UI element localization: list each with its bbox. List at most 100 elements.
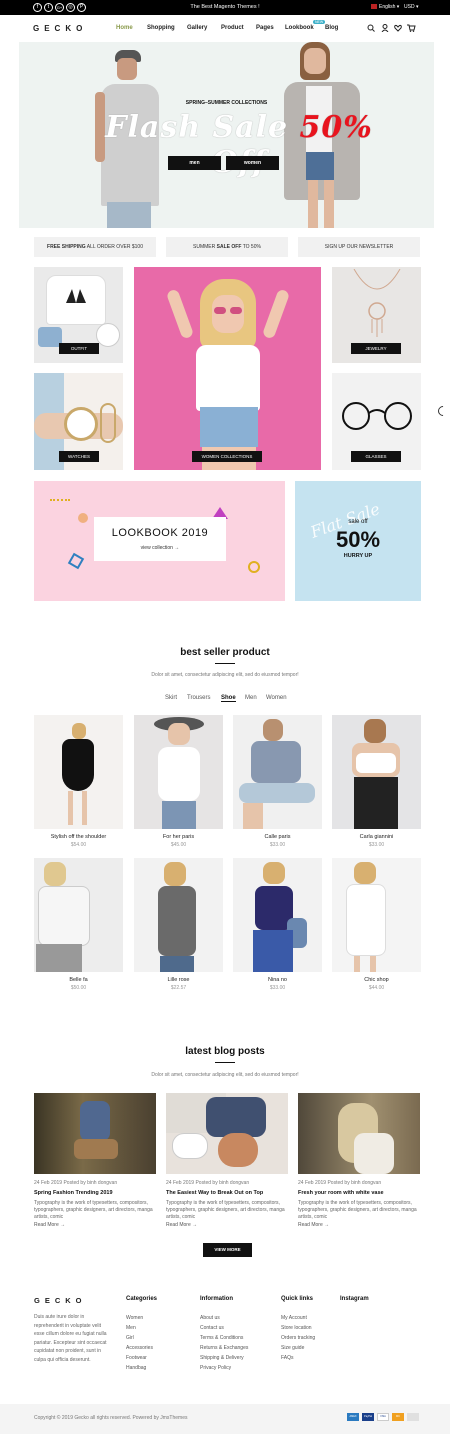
tab-women[interactable]: Women: [266, 695, 287, 701]
cart-icon[interactable]: [407, 24, 416, 32]
blog-read-more-1[interactable]: Read More →: [34, 1222, 65, 1228]
bestseller-title: best seller product: [180, 647, 270, 658]
watches-tile[interactable]: WATCHES: [34, 373, 123, 470]
search-icon[interactable]: [367, 24, 375, 32]
blog-post-title-2[interactable]: The Easiest Way to Break Out on Top: [166, 1190, 263, 1196]
scroll-indicator-icon[interactable]: [435, 403, 450, 419]
newsletter-pill[interactable]: SIGN UP OUR NEWSLETTER: [298, 237, 420, 257]
footer-link-girl[interactable]: Girl: [126, 1335, 134, 1341]
women-collections-tile[interactable]: WOMEN COLLECTIONS: [134, 267, 321, 470]
footer-link-account[interactable]: My Account: [281, 1315, 307, 1321]
product-name-6[interactable]: Lille rose: [134, 977, 223, 983]
footer-categories-title: Categories: [126, 1296, 158, 1302]
product-image-6[interactable]: [134, 858, 223, 972]
product-name-4[interactable]: Carla giannini: [332, 834, 421, 840]
jewelry-label[interactable]: JEWELRY: [351, 343, 401, 354]
shop-men-button[interactable]: men: [168, 156, 221, 170]
blog-image-1[interactable]: [34, 1093, 156, 1174]
shop-women-button[interactable]: women: [226, 156, 279, 170]
product-name-2[interactable]: For her paris: [134, 834, 223, 840]
blog-read-more-3[interactable]: Read More →: [298, 1222, 329, 1228]
product-image-8[interactable]: [332, 858, 421, 972]
lookbook-banner[interactable]: LOOKBOOK 2019 view collection →: [34, 481, 285, 601]
footer-link-contact[interactable]: Contact us: [200, 1325, 224, 1331]
watches-label[interactable]: WATCHES: [59, 451, 99, 462]
blog-image-2[interactable]: [166, 1093, 288, 1174]
view-collection-link[interactable]: view collection →: [94, 545, 226, 551]
product-name-7[interactable]: Nina no: [233, 977, 322, 983]
blog-image-3[interactable]: [298, 1093, 420, 1174]
footer-quicklinks-title: Quick links: [281, 1296, 314, 1302]
blog-post-title-1[interactable]: Spring Fashion Trending 2019: [34, 1190, 113, 1196]
view-more-button[interactable]: VIEW MORE: [203, 1243, 252, 1257]
footer-link-size[interactable]: Size guide: [281, 1345, 304, 1351]
product-name-5[interactable]: Belle fa: [34, 977, 123, 983]
language-select[interactable]: English ▾: [379, 4, 399, 10]
logo[interactable]: GECKO: [33, 24, 87, 33]
footer-link-accessories[interactable]: Accessories: [126, 1345, 153, 1351]
free-shipping-pill[interactable]: FREE SHIPPING ALL ORDER OVER $100: [34, 237, 156, 257]
footer-link-about[interactable]: About us: [200, 1315, 220, 1321]
watch-image: [64, 407, 98, 441]
tab-skirt[interactable]: Skirt: [165, 695, 177, 701]
user-icon[interactable]: [381, 24, 389, 32]
tab-men[interactable]: Men: [245, 695, 257, 701]
women-collections-label[interactable]: WOMEN COLLECTIONS: [192, 451, 262, 462]
product-name-3[interactable]: Calle paris: [233, 834, 322, 840]
footer-link-men[interactable]: Men: [126, 1325, 136, 1331]
footer-link-terms[interactable]: Terms & Conditions: [200, 1335, 243, 1341]
product-name-8[interactable]: Chic shop: [332, 977, 421, 983]
nav-product[interactable]: Product: [221, 25, 244, 31]
nav-lookbook[interactable]: Lookbook: [285, 25, 314, 31]
footer-link-faqs[interactable]: FAQs: [281, 1355, 294, 1361]
hero-kicker: SPRING–SUMMER COLLECTIONS: [185, 100, 268, 106]
footer-link-returns[interactable]: Returns & Exchanges: [200, 1345, 248, 1351]
product-image-1[interactable]: [34, 715, 123, 829]
blog-post-title-3[interactable]: Fresh your room with white vase: [298, 1190, 384, 1196]
product-image-4[interactable]: [332, 715, 421, 829]
footer-link-shipping[interactable]: Shipping & Delivery: [200, 1355, 244, 1361]
nav-pages[interactable]: Pages: [256, 25, 274, 31]
outfit-label[interactable]: OUTFIT: [59, 343, 99, 354]
footer-link-tracking[interactable]: Orders tracking: [281, 1335, 315, 1341]
mastercard-icon: MC: [392, 1413, 404, 1421]
tab-shoe[interactable]: Shoe: [221, 695, 236, 702]
tab-trousers[interactable]: Trousers: [187, 695, 210, 701]
blog-meta-3: 24 Feb 2019 Posted by binh dongvan: [298, 1180, 382, 1186]
product-image-7[interactable]: [233, 858, 322, 972]
zigzag-shape: [50, 499, 70, 501]
outfit-tile[interactable]: OUTFIT: [34, 267, 123, 363]
blog-desc: Dolor sit amet, consectetur adipiscing e…: [151, 1072, 299, 1078]
hurry-up-text: HURRY UP: [343, 553, 373, 559]
blog-read-more-2[interactable]: Read More →: [166, 1222, 197, 1228]
product-price-2: $45.00: [170, 842, 187, 848]
footer-link-women[interactable]: Women: [126, 1315, 143, 1321]
footer-link-handbag[interactable]: Handbag: [126, 1365, 146, 1371]
product-image-3[interactable]: [233, 715, 322, 829]
summer-sale-pill[interactable]: SUMMER SALE OFF TO 50%: [166, 237, 288, 257]
glasses-tile[interactable]: GLASSES: [332, 373, 421, 470]
ring-shape: [248, 561, 260, 573]
glasses-label[interactable]: GLASSES: [351, 451, 401, 462]
title-underline: [215, 663, 235, 664]
jewelry-tile[interactable]: JEWELRY: [332, 267, 421, 363]
sale-banner[interactable]: Flat Sale sale off 50% HURRY UP: [295, 481, 421, 601]
product-price-4: $33.00: [368, 842, 385, 848]
footer-link-footwear[interactable]: Footwear: [126, 1355, 147, 1361]
heart-icon[interactable]: [394, 24, 402, 32]
product-price-8: $44.00: [368, 985, 385, 991]
nav-shopping[interactable]: Shopping: [147, 25, 175, 31]
footer-logo[interactable]: GECKO: [34, 1296, 87, 1305]
product-image-2[interactable]: [134, 715, 223, 829]
product-image-5[interactable]: [34, 858, 123, 972]
nav-home[interactable]: Home: [116, 25, 133, 31]
footer-link-privacy[interactable]: Privacy Policy: [200, 1365, 231, 1371]
blog-meta-1: 24 Feb 2019 Posted by binh dongvan: [34, 1180, 118, 1186]
nav-gallery[interactable]: Gallery: [187, 25, 207, 31]
currency-select[interactable]: USD ▾: [404, 4, 418, 10]
footer-link-store[interactable]: Store location: [281, 1325, 312, 1331]
nav-blog[interactable]: Blog: [325, 25, 338, 31]
footer-instagram-title: Instagram: [340, 1296, 369, 1302]
lookbook-title: LOOKBOOK 2019: [111, 527, 209, 539]
product-name-1[interactable]: Stylish off the shoulder: [34, 834, 123, 840]
